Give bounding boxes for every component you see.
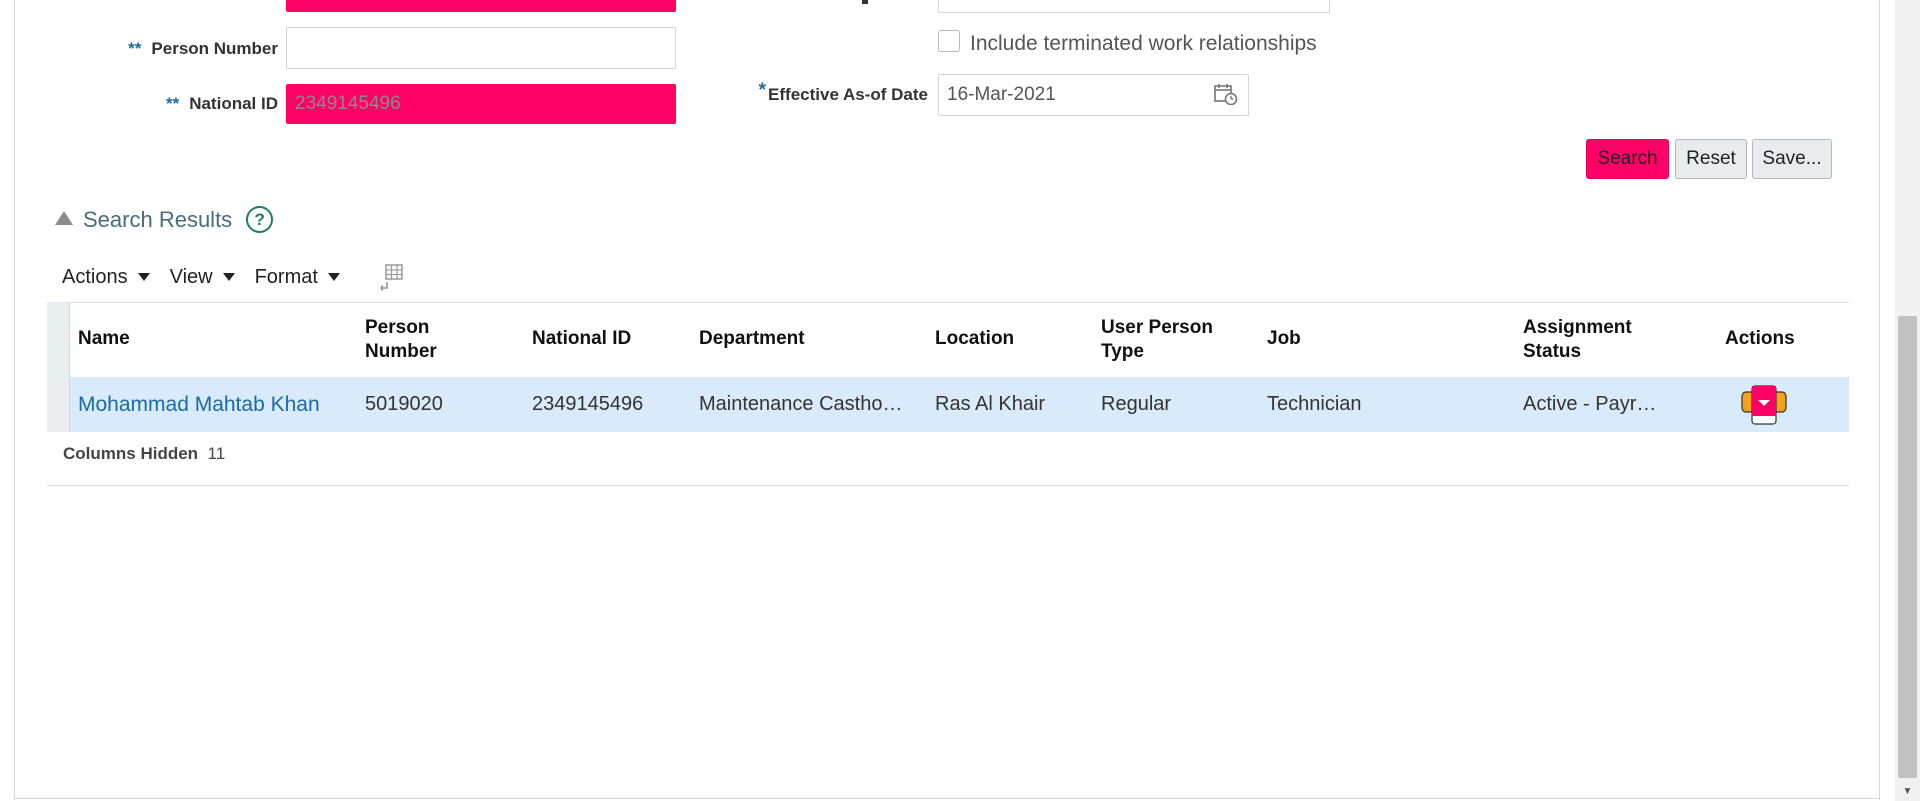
help-icon[interactable]: ? [246,206,274,233]
caret-down-icon [137,273,150,281]
person-number-label: ** Person Number [100,36,278,62]
header-national-id[interactable]: National ID [532,327,631,351]
content-border-bottom [14,798,1880,799]
view-menu-label: View [169,265,213,288]
caret-down-icon [327,273,340,281]
header-person-number-line1: Person [365,317,430,338]
top-truncated-field[interactable] [286,0,676,12]
row-actions-dropdown-icon[interactable] [1741,384,1787,426]
truncated-label-fragment [862,0,868,4]
table-bottom-border [47,485,1849,486]
header-person-number[interactable]: Person Number [365,316,437,364]
national-id-label-text: National ID [189,94,278,113]
national-id-label: ** National ID [100,91,278,117]
columns-hidden-label: Columns Hidden [63,444,199,463]
person-number-input[interactable] [286,27,676,69]
header-job[interactable]: Job [1267,327,1301,351]
columns-hidden-info: Columns Hidden 11 [63,444,225,464]
view-menu[interactable]: View [170,266,235,289]
search-results-title[interactable]: Search Results [83,207,232,233]
scrollbar-thumb[interactable] [1898,316,1917,778]
calendar-icon[interactable] [1214,83,1238,105]
header-user-person-type-line1: User Person [1101,317,1213,338]
cell-job: Technician [1267,393,1362,415]
row-selector-column [47,302,70,432]
header-user-person-type[interactable]: User Person Type [1101,316,1213,364]
format-menu-label: Format [254,265,318,288]
cell-department: Maintenance Castho… [699,393,903,415]
table-top-border [47,302,1849,303]
header-assignment-status-line2: Status [1523,341,1582,362]
format-menu[interactable]: Format [255,266,340,289]
header-department[interactable]: Department [699,327,805,351]
collapse-triangle-icon[interactable] [55,210,73,225]
header-assignment-status[interactable]: Assignment Status [1523,316,1632,364]
vertical-scrollbar[interactable]: ▼ [1895,0,1920,801]
header-assignment-status-line1: Assignment [1523,317,1632,338]
scroll-down-arrow-icon[interactable]: ▼ [1895,782,1920,801]
person-number-label-text: Person Number [151,39,278,58]
results-toolbar: Actions View Format [62,262,406,292]
effective-date-label: * Effective As-of Date [700,80,928,108]
effective-date-input[interactable]: 16-Mar-2021 [938,74,1249,116]
cell-national-id: 2349145496 [532,393,644,415]
effective-date-value: 16-Mar-2021 [947,84,1056,105]
required-marker: ** [128,39,142,58]
include-terminated-checkbox[interactable] [938,30,960,52]
actions-menu[interactable]: Actions [62,266,150,289]
search-button[interactable]: Search [1586,139,1669,179]
search-results-header: Search Results ? [55,206,274,233]
header-person-number-line2: Number [365,341,437,362]
header-user-person-type-line2: Type [1101,341,1144,362]
header-location[interactable]: Location [935,327,1014,351]
content-border-left [14,0,15,800]
cell-user-person-type: Regular [1101,393,1172,415]
cell-person-number: 5019020 [365,393,443,415]
caret-down-icon [222,273,235,281]
header-name[interactable]: Name [78,327,130,351]
cell-assignment-status: Active - Payr… [1523,393,1657,415]
cell-location: Ras Al Khair [935,393,1046,415]
reset-button[interactable]: Reset [1675,139,1747,179]
header-actions: Actions [1725,328,1795,349]
cell-name-link[interactable]: Mohammad Mahtab Khan [78,393,348,417]
include-terminated-label: Include terminated work relationships [970,32,1317,55]
content-border-right [1879,0,1880,800]
effective-date-label-text: Effective As-of Date [768,85,928,104]
freeze-columns-icon[interactable] [378,262,406,292]
national-id-input[interactable]: 2349145496 [286,84,676,124]
required-star: * [758,80,767,101]
save-button[interactable]: Save... [1752,139,1832,179]
actions-menu-label: Actions [62,265,128,288]
top-right-truncated-field[interactable] [938,0,1330,13]
columns-hidden-count: 11 [207,444,226,463]
required-marker: ** [165,94,180,113]
